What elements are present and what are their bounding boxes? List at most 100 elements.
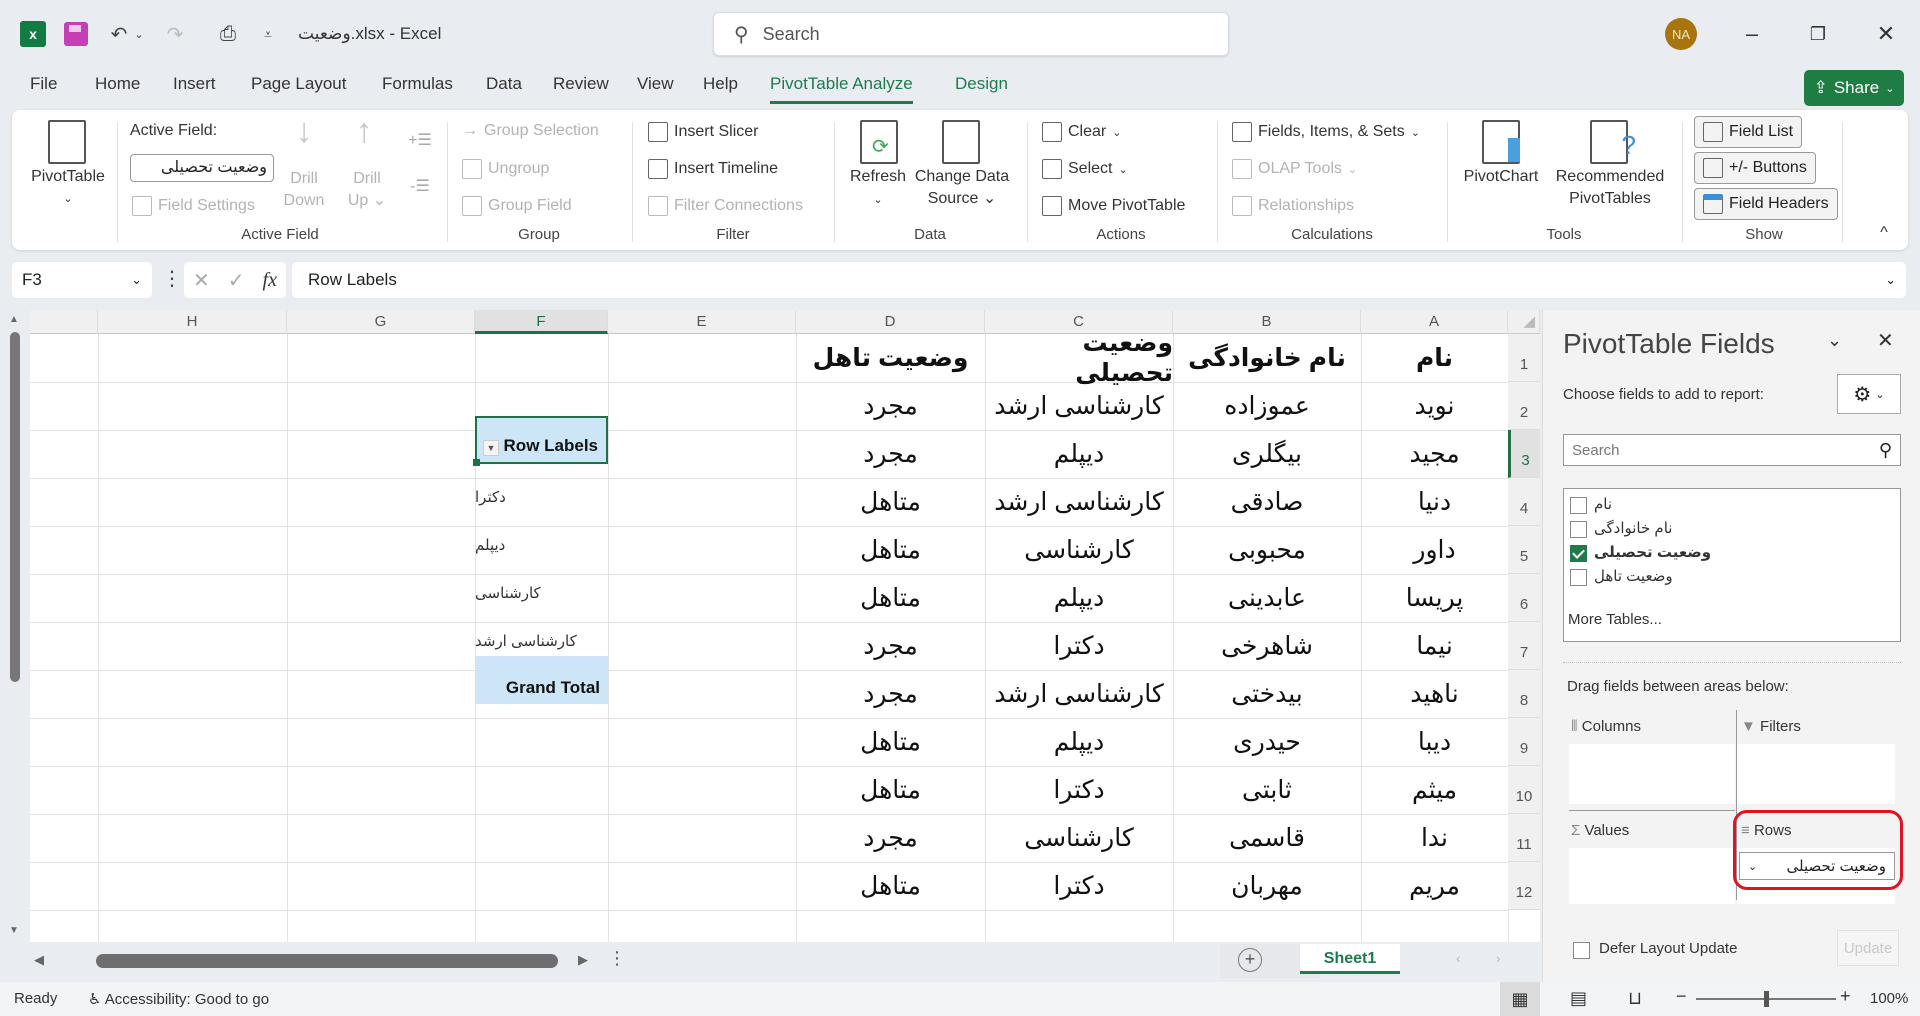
tab-page-layout[interactable]: Page Layout <box>251 74 346 104</box>
recommended-pivottables-button[interactable]: Recommended PivotTables <box>1550 166 1670 210</box>
more-options-icon[interactable]: ⋮ <box>608 948 626 969</box>
table-cell[interactable]: میثم <box>1361 766 1508 814</box>
olap-tools-button[interactable]: OLAP Tools ⌄ <box>1232 159 1357 179</box>
field-name[interactable]: وضعیت تاهل <box>1594 567 1673 585</box>
scroll-left-icon[interactable]: ◀ <box>34 952 44 968</box>
pivot-item[interactable]: کارشناسی ارشد <box>475 608 608 656</box>
table-cell[interactable]: مجرد <box>796 814 985 862</box>
filters-drop-area[interactable] <box>1737 744 1895 804</box>
table-cell[interactable]: دیپلم <box>985 574 1173 622</box>
pivot-item[interactable]: دکترا <box>475 464 608 512</box>
column-header-a[interactable]: A <box>1361 310 1508 334</box>
columns-drop-area[interactable] <box>1569 744 1735 804</box>
vertical-scrollbar[interactable]: ▲ ▼ <box>6 310 26 942</box>
row-header-8[interactable]: 8 <box>1508 670 1540 718</box>
restore-icon[interactable]: ❐ <box>1798 14 1838 54</box>
table-cell[interactable]: حیدری <box>1173 718 1361 766</box>
row-header-11[interactable]: 11 <box>1508 814 1540 862</box>
scroll-down-icon[interactable]: ▼ <box>9 925 19 936</box>
table-cell[interactable]: نوید <box>1361 382 1508 430</box>
pivottable-icon[interactable] <box>48 120 86 164</box>
table-cell[interactable]: دکترا <box>985 622 1173 670</box>
normal-view-icon[interactable]: ▦ <box>1500 982 1540 1016</box>
row-header-12[interactable]: 12 <box>1508 862 1540 910</box>
table-header-cell[interactable]: وضعیت تاهل <box>796 334 985 382</box>
pivotchart-icon[interactable] <box>1482 120 1520 164</box>
insert-slicer-button[interactable]: Insert Slicer <box>648 122 758 142</box>
table-cell[interactable]: متاهل <box>796 574 985 622</box>
defer-layout-checkbox[interactable] <box>1573 942 1590 959</box>
table-cell[interactable]: کارشناسی ارشد <box>985 670 1173 718</box>
field-list-toggle[interactable]: Field List <box>1694 116 1803 148</box>
tab-home[interactable]: Home <box>95 74 140 104</box>
table-cell[interactable]: مجرد <box>796 622 985 670</box>
recommended-pivottables-icon[interactable]: ? <box>1590 120 1636 164</box>
column-header-b[interactable]: B <box>1173 310 1361 334</box>
scroll-right-icon[interactable]: ▶ <box>578 952 588 968</box>
table-cell[interactable]: مریم <box>1361 862 1508 910</box>
expand-formula-bar-icon[interactable]: ⌄ <box>1885 272 1896 288</box>
field-checkbox[interactable] <box>1570 521 1587 538</box>
table-cell[interactable]: محبوبی <box>1173 526 1361 574</box>
pane-settings-button[interactable]: ⚙ ⌄ <box>1837 374 1901 414</box>
page-break-view-icon[interactable]: ⊔ <box>1628 988 1642 1009</box>
field-name[interactable]: وضعیت تحصیلی <box>1594 543 1711 561</box>
table-cell[interactable]: کارشناسی <box>985 526 1173 574</box>
table-cell[interactable]: عابدینی <box>1173 574 1361 622</box>
relationships-button[interactable]: Relationships <box>1232 196 1354 216</box>
table-cell[interactable]: عموزاده <box>1173 382 1361 430</box>
pivotchart-button[interactable]: PivotChart <box>1458 166 1544 188</box>
field-headers-toggle[interactable]: Field Headers <box>1694 188 1838 220</box>
collapse-ribbon-icon[interactable]: ^ <box>1874 222 1894 244</box>
table-cell[interactable]: متاهل <box>796 766 985 814</box>
table-cell[interactable]: کارشناسی ارشد <box>985 382 1173 430</box>
table-cell[interactable]: متاهل <box>796 718 985 766</box>
pivot-item[interactable]: دیپلم <box>475 512 608 560</box>
row-header-1[interactable]: 1 <box>1508 334 1540 382</box>
zoom-slider[interactable] <box>1696 991 1836 1007</box>
table-cell[interactable]: مجرد <box>796 430 985 478</box>
table-cell[interactable]: ثابتی <box>1173 766 1361 814</box>
table-header-cell[interactable]: نام <box>1361 334 1508 382</box>
table-cell[interactable]: متاهل <box>796 526 985 574</box>
enter-icon[interactable]: ✓ <box>228 268 245 293</box>
tab-data[interactable]: Data <box>486 74 522 104</box>
insert-function-icon[interactable]: fx <box>263 269 277 292</box>
pivottable-button[interactable]: PivotTable <box>26 166 110 188</box>
table-cell[interactable]: ناهید <box>1361 670 1508 718</box>
change-data-source-icon[interactable] <box>942 120 980 164</box>
print-icon[interactable]: ⎙ <box>214 18 242 50</box>
table-cell[interactable]: متاهل <box>796 862 985 910</box>
pivot-item[interactable]: کارشناسی <box>475 560 608 608</box>
row-header-3[interactable]: 3 <box>1508 430 1540 478</box>
table-cell[interactable]: دیبا <box>1361 718 1508 766</box>
zoom-level[interactable]: 100% <box>1870 990 1908 1007</box>
tab-review[interactable]: Review <box>553 74 609 104</box>
plus-minus-buttons-toggle[interactable]: +/- Buttons <box>1694 152 1816 184</box>
ungroup-button[interactable]: Ungroup <box>462 159 549 179</box>
refresh-icon[interactable]: ⟳ <box>860 120 898 164</box>
customize-toolbar-icon[interactable]: ⩡ <box>260 18 276 50</box>
table-cell[interactable]: مهربان <box>1173 862 1361 910</box>
tab-insert[interactable]: Insert <box>173 74 216 104</box>
table-cell[interactable]: مجید <box>1361 430 1508 478</box>
undo-icon[interactable]: ↶ <box>106 18 132 50</box>
row-header-5[interactable]: 5 <box>1508 526 1540 574</box>
table-cell[interactable]: نیما <box>1361 622 1508 670</box>
cancel-icon[interactable]: ✕ <box>193 268 210 293</box>
field-checkbox[interactable] <box>1570 569 1587 586</box>
zoom-slider-thumb[interactable] <box>1764 991 1769 1007</box>
pane-options-icon[interactable]: ⌄ <box>1827 330 1842 351</box>
table-cell[interactable]: داور <box>1361 526 1508 574</box>
table-cell[interactable]: ندا <box>1361 814 1508 862</box>
tab-pivottable-analyze[interactable]: PivotTable Analyze <box>770 74 913 104</box>
column-header-e[interactable]: E <box>608 310 796 334</box>
page-layout-view-icon[interactable]: ▤ <box>1570 988 1587 1009</box>
refresh-button[interactable]: Refresh ⌄ <box>842 166 914 211</box>
fields-items-sets-button[interactable]: Fields, Items, & Sets ⌄ <box>1232 122 1420 142</box>
save-icon[interactable] <box>64 22 88 46</box>
share-button[interactable]: ⇪ Share ⌄ <box>1804 70 1904 106</box>
active-field-input[interactable]: وضعیت تحصیلی <box>130 154 274 182</box>
tab-formulas[interactable]: Formulas <box>382 74 453 104</box>
table-cell[interactable]: دیپلم <box>985 430 1173 478</box>
